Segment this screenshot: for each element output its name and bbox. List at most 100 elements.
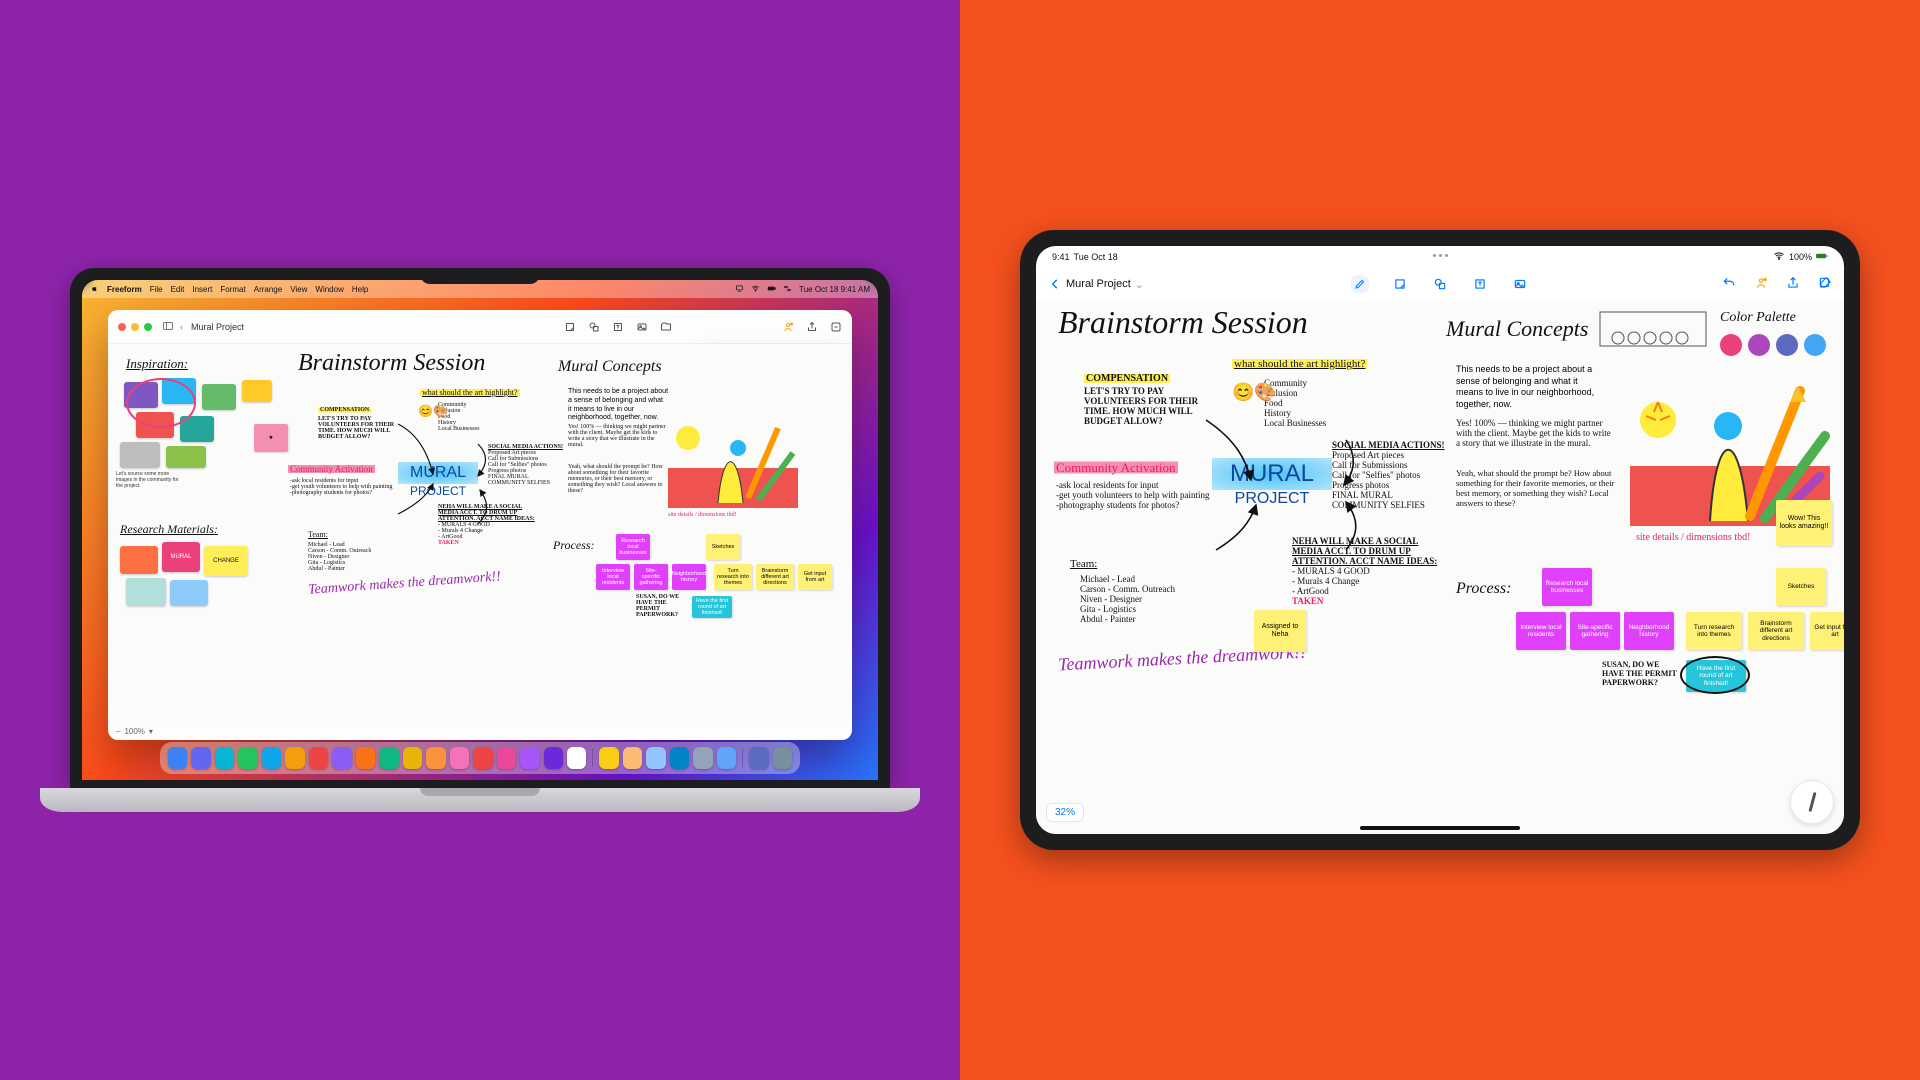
dock-app-icon[interactable] bbox=[191, 747, 210, 769]
team-list[interactable]: Michael - Lead Carson - Comm. Outreach N… bbox=[308, 542, 371, 572]
dock-app-icon[interactable] bbox=[450, 747, 469, 769]
mural-concepts-heading[interactable]: Mural Concepts bbox=[558, 358, 662, 376]
link-icon[interactable] bbox=[830, 321, 842, 333]
color-swatch[interactable] bbox=[1748, 334, 1770, 356]
dock-app-icon[interactable] bbox=[520, 747, 539, 769]
media-tool-icon[interactable] bbox=[636, 321, 648, 333]
freeform-canvas-mac[interactable]: Brainstorm Session Inspiration: bbox=[108, 344, 852, 722]
banner-sketch[interactable] bbox=[1598, 306, 1708, 356]
wifi-icon[interactable] bbox=[751, 284, 760, 295]
menubar-item-format[interactable]: Format bbox=[220, 285, 245, 294]
social-media-note[interactable]: SOCIAL MEDIA ACTIONS! Proposed Art piece… bbox=[488, 444, 568, 486]
dock-app-icon[interactable] bbox=[309, 747, 328, 769]
dock-app-icon[interactable] bbox=[285, 747, 304, 769]
highlight-question[interactable]: what should the art highlight? bbox=[1232, 358, 1367, 370]
text-tool-icon[interactable] bbox=[612, 321, 624, 333]
menubar-clock[interactable]: Tue Oct 18 9:41 AM bbox=[799, 285, 870, 294]
mural-illustration[interactable] bbox=[668, 408, 798, 508]
chevron-down-icon[interactable]: ⌄ bbox=[1135, 278, 1144, 291]
compensation-note[interactable]: COMPENSATION LET'S TRY TO PAY VOLUNTEERS… bbox=[1084, 368, 1224, 426]
color-swatch[interactable] bbox=[1720, 334, 1742, 356]
dock-app-icon[interactable] bbox=[497, 747, 516, 769]
multitask-dots-icon[interactable] bbox=[1425, 254, 1455, 257]
compose-icon[interactable] bbox=[1818, 276, 1832, 293]
color-swatches[interactable] bbox=[1720, 334, 1826, 356]
sidebar-toggle-icon[interactable] bbox=[162, 320, 174, 334]
zoom-indicator[interactable]: –100%▾ bbox=[108, 722, 161, 740]
media-tool-icon[interactable] bbox=[1511, 275, 1529, 293]
process-heading[interactable]: Process: bbox=[553, 538, 595, 553]
screenshare-icon[interactable] bbox=[735, 284, 744, 295]
text-tool-icon[interactable] bbox=[1471, 275, 1489, 293]
dock-app-icon[interactable] bbox=[238, 747, 257, 769]
prompt-note[interactable]: Yeah, what should the prompt be? How abo… bbox=[1456, 468, 1616, 508]
emoji-stickers[interactable]: 😊🎨 bbox=[418, 404, 448, 418]
battery-icon[interactable] bbox=[767, 284, 776, 295]
dock-app-icon[interactable] bbox=[473, 747, 492, 769]
back-chevron-icon[interactable]: ‹ bbox=[180, 322, 183, 332]
yes-note[interactable]: Yes! 100% — thinking we might partner wi… bbox=[1456, 418, 1616, 448]
color-swatch[interactable] bbox=[1776, 334, 1798, 356]
shape-tool-icon[interactable] bbox=[588, 321, 600, 333]
social-media-note[interactable]: SOCIAL MEDIA ACTIONS! Proposed Art piece… bbox=[1332, 440, 1452, 510]
file-tool-icon[interactable] bbox=[660, 321, 672, 333]
highlight-question[interactable]: what should the art highlight? bbox=[420, 388, 520, 397]
palette-heading[interactable]: Color Palette bbox=[1720, 310, 1796, 326]
menubar-item-window[interactable]: Window bbox=[315, 285, 343, 294]
process-stickies[interactable]: Research local businesses Sketches Inter… bbox=[596, 534, 826, 624]
menubar-item-insert[interactable]: Insert bbox=[192, 285, 212, 294]
dock-app-icon[interactable] bbox=[670, 747, 689, 769]
control-center-icon[interactable] bbox=[783, 284, 792, 295]
canvas-title[interactable]: Brainstorm Session bbox=[298, 350, 485, 377]
tagline[interactable]: Teamwork makes the dreamwork!! bbox=[308, 569, 502, 598]
mural-concepts-heading[interactable]: Mural Concepts bbox=[1446, 316, 1588, 342]
dock-app-icon[interactable] bbox=[749, 747, 768, 769]
source-note[interactable]: Let's source some more images in the com… bbox=[116, 472, 186, 489]
mural-project-label[interactable]: MURAL PROJECT bbox=[1212, 458, 1332, 508]
community-activation-heading[interactable]: Community Activation bbox=[1054, 460, 1178, 476]
dock-app-icon[interactable] bbox=[544, 747, 563, 769]
research-heading[interactable]: Research Materials: bbox=[120, 522, 218, 537]
home-indicator[interactable] bbox=[1360, 826, 1520, 830]
dock-app-icon[interactable] bbox=[356, 747, 375, 769]
team-heading[interactable]: Team: bbox=[1070, 558, 1097, 570]
apple-pencil-button[interactable] bbox=[1790, 780, 1834, 824]
menubar-item-edit[interactable]: Edit bbox=[171, 285, 185, 294]
share-icon[interactable] bbox=[1786, 276, 1800, 293]
dock-app-icon[interactable] bbox=[262, 747, 281, 769]
compensation-note[interactable]: COMPENSATION LET'S TRY TO PAY VOLUNTEERS… bbox=[318, 398, 408, 440]
dock-app-icon[interactable] bbox=[599, 747, 618, 769]
team-list[interactable]: Michael - Lead Carson - Comm. Outreach N… bbox=[1080, 574, 1175, 624]
dock-app-icon[interactable] bbox=[693, 747, 712, 769]
dock-app-icon[interactable] bbox=[717, 747, 736, 769]
back-button[interactable] bbox=[1048, 277, 1062, 291]
prompt-note[interactable]: Yeah, what should the prompt be? How abo… bbox=[568, 464, 668, 494]
window-zoom-button[interactable] bbox=[144, 323, 152, 331]
brief-text[interactable]: This needs to be a project about a sense… bbox=[1456, 364, 1606, 411]
community-activation-body[interactable]: -ask local residents for input -get yout… bbox=[1056, 480, 1236, 510]
dock-app-icon[interactable] bbox=[215, 747, 234, 769]
dock-app-icon[interactable] bbox=[773, 747, 792, 769]
draw-tool-icon[interactable] bbox=[1351, 275, 1369, 293]
yes-note[interactable]: Yes! 100% — thinking we might partner wi… bbox=[568, 424, 668, 448]
research-thumbnails[interactable]: MURAL CHANGE bbox=[120, 540, 290, 610]
share-icon[interactable] bbox=[806, 321, 818, 333]
emoji-stickers[interactable]: 😊🎨 bbox=[1232, 382, 1277, 403]
window-minimize-button[interactable] bbox=[131, 323, 139, 331]
mural-project-label[interactable]: MURAL PROJECT bbox=[398, 462, 478, 498]
undo-icon[interactable] bbox=[1722, 276, 1736, 293]
dock-app-icon[interactable] bbox=[379, 747, 398, 769]
canvas-title[interactable]: Brainstorm Session bbox=[1058, 304, 1308, 341]
menubar-item-file[interactable]: File bbox=[150, 285, 163, 294]
dock-app-icon[interactable] bbox=[623, 747, 642, 769]
assigned-sticky[interactable]: Assigned to Neha bbox=[1254, 610, 1306, 652]
team-heading[interactable]: Team: bbox=[308, 530, 328, 539]
neha-note[interactable]: NEHA WILL MAKE A SOCIAL MEDIA ACCT. TO D… bbox=[438, 504, 538, 546]
shape-tool-icon[interactable] bbox=[1431, 275, 1449, 293]
board-title[interactable]: Mural Project bbox=[1066, 278, 1131, 290]
community-activation-body[interactable]: -ask local residents for input -get yout… bbox=[290, 478, 400, 496]
dock-app-icon[interactable] bbox=[332, 747, 351, 769]
menubar-app-name[interactable]: Freeform bbox=[107, 285, 142, 294]
color-swatch[interactable] bbox=[1804, 334, 1826, 356]
dock-app-icon[interactable] bbox=[403, 747, 422, 769]
